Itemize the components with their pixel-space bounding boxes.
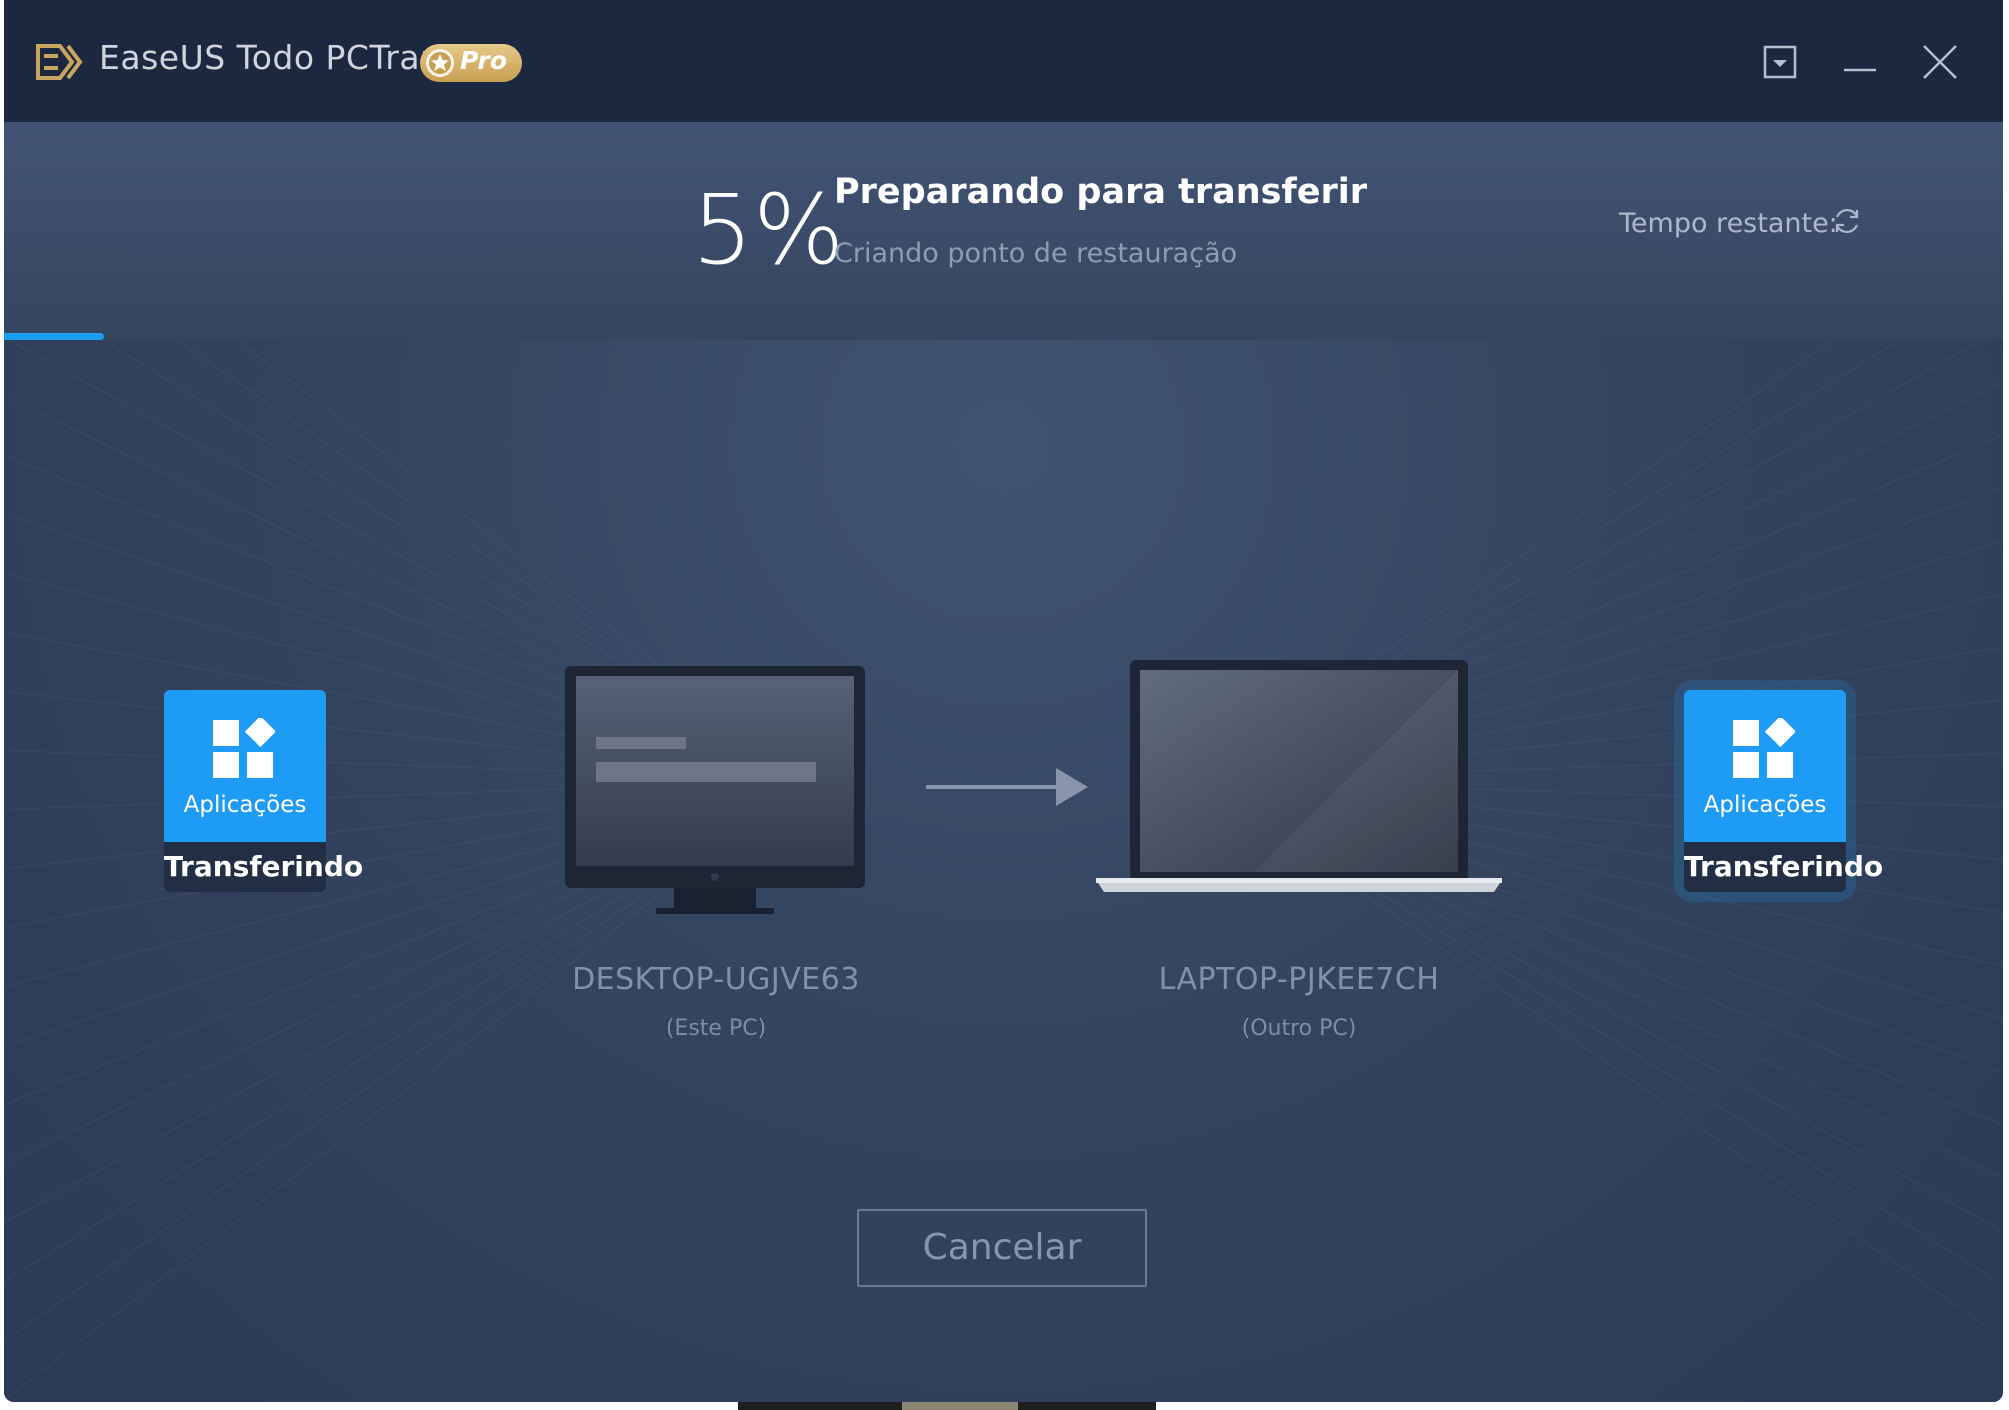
close-icon [1923, 45, 1957, 79]
app-title: EaseUS Todo PCTrans [99, 38, 460, 77]
apps-grid-icon [213, 718, 275, 778]
progress-bar [4, 333, 2003, 340]
source-tile-label: Aplicações [183, 792, 307, 818]
desktop-monitor-icon [565, 666, 865, 914]
status-title: Preparando para transferir [834, 172, 1367, 212]
source-device-name: DESKTOP-UGJVE63 [572, 962, 860, 997]
title-bar: EaseUS Todo PCTrans Pro [4, 0, 2003, 122]
source-apps-tile: Aplicações Transferindo [164, 690, 363, 892]
time-remaining-label: Tempo restante: [1619, 208, 1838, 239]
minimize-button[interactable] [1838, 40, 1882, 84]
arrow-right-icon [926, 768, 1088, 806]
refresh-icon[interactable] [1830, 204, 1864, 238]
taskbar-strip [738, 1402, 1156, 1410]
apps-grid-icon [1733, 718, 1795, 778]
cancel-button[interactable]: Cancelar [857, 1209, 1147, 1287]
close-button[interactable] [1918, 40, 1962, 84]
dropdown-menu-button[interactable] [1758, 40, 1802, 84]
progress-percent: 5% [692, 174, 845, 286]
pro-badge: Pro [420, 44, 522, 82]
minimize-icon [1844, 68, 1876, 72]
progress-bar-fill [4, 333, 104, 340]
progress-header: 5% Preparando para transferir Criando po… [4, 122, 2003, 340]
easeus-logo-icon [36, 44, 83, 80]
laptop-icon [1096, 660, 1502, 892]
pro-label: Pro [460, 46, 508, 75]
status-subtitle: Criando ponto de restauração [834, 238, 1238, 269]
source-tile-status: Transferindo [164, 842, 363, 892]
target-device-name: LAPTOP-PJKEE7CH [1158, 962, 1440, 997]
target-tile-status: Transferindo [1684, 842, 1883, 892]
target-device-sub: (Outro PC) [1241, 1016, 1357, 1041]
target-apps-tile: Aplicações Transferindo [1684, 690, 1883, 892]
app-window: EaseUS Todo PCTrans Pro 5% Preparando pa… [4, 0, 2003, 1402]
source-device-sub: (Este PC) [665, 1016, 767, 1041]
target-tile-label: Aplicações [1703, 792, 1827, 818]
transfer-panel: Aplicações Transferindo Aplicações Trans… [4, 340, 2003, 1402]
star-icon [426, 49, 454, 77]
dropdown-menu-icon [1763, 45, 1797, 79]
